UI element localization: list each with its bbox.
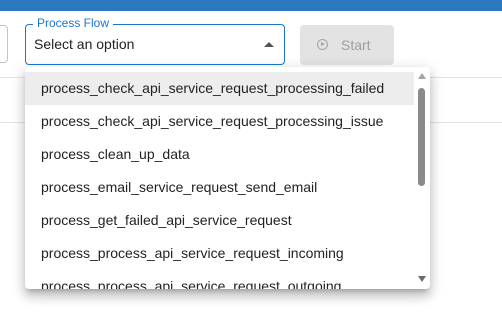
scroll-up-arrow-icon[interactable] — [418, 73, 426, 79]
start-button-label: Start — [341, 37, 371, 53]
dropdown-scrollbar[interactable] — [414, 67, 430, 289]
process-flow-dropdown: process_check_api_service_request_proces… — [25, 67, 430, 289]
option-item[interactable]: process_get_failed_api_service_request — [25, 204, 414, 237]
process-flow-label: Process Flow — [33, 16, 114, 31]
scroll-thumb[interactable] — [418, 88, 425, 186]
option-item[interactable]: process_clean_up_data — [25, 138, 414, 171]
option-list: process_check_api_service_request_proces… — [25, 72, 414, 289]
option-item[interactable]: process_process_api_service_request_inco… — [25, 237, 414, 270]
process-flow-select[interactable]: Process Flow Select an option — [25, 16, 285, 65]
left-input-field[interactable] — [0, 25, 8, 63]
start-button[interactable]: Start — [300, 25, 394, 65]
option-item[interactable]: process_email_service_request_send_email — [25, 171, 414, 204]
top-bar — [0, 0, 502, 11]
play-circle-icon — [317, 39, 328, 50]
scroll-down-arrow-icon[interactable] — [418, 276, 426, 282]
process-flow-value: Select an option — [34, 36, 135, 52]
option-item[interactable]: process_process_api_service_request_outg… — [25, 270, 414, 289]
option-item[interactable]: process_check_api_service_request_proces… — [25, 105, 414, 138]
option-item[interactable]: process_check_api_service_request_proces… — [25, 72, 414, 105]
caret-up-icon — [264, 42, 274, 47]
